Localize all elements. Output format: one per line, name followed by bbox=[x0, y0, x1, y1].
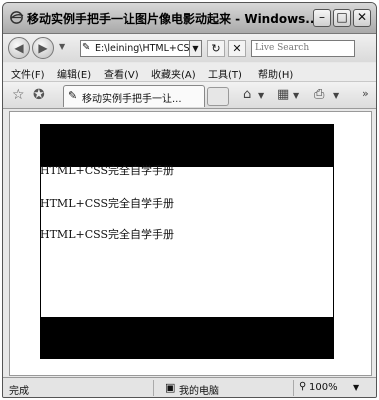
menu-bar: 文件(F) 编辑(E) 查看(V) 收藏夹(A) 工具(T) 帮助(H) bbox=[3, 63, 376, 82]
menu-favorites[interactable]: 收藏夹(A) bbox=[151, 66, 196, 81]
print-icon[interactable]: ⎙ bbox=[314, 87, 324, 102]
close-button[interactable]: ✕ bbox=[353, 9, 371, 27]
status-separator bbox=[153, 380, 154, 396]
status-text: 完成 bbox=[9, 386, 29, 397]
zoom-dropdown-icon[interactable]: ▼ bbox=[353, 383, 359, 392]
page-icon: ✎ bbox=[68, 89, 78, 102]
computer-icon: ▣ bbox=[165, 381, 176, 394]
menu-view[interactable]: 查看(V) bbox=[104, 66, 139, 81]
menu-file[interactable]: 文件(F) bbox=[11, 66, 45, 81]
home-icon[interactable]: ⌂ bbox=[243, 87, 251, 102]
black-bar-bottom bbox=[40, 317, 334, 359]
text-line: HTML+CSS完全自学手册 bbox=[40, 164, 175, 177]
feeds-dropdown-icon[interactable]: ▼ bbox=[293, 91, 299, 100]
minimize-icon: – bbox=[319, 10, 325, 24]
tab-label: 移动实例手把手一让... bbox=[82, 94, 182, 105]
refresh-button[interactable]: ↻ bbox=[207, 40, 225, 57]
ie-icon bbox=[10, 11, 24, 24]
menu-help[interactable]: 帮助(H) bbox=[258, 66, 293, 81]
status-bar: 完成 ▣ 我的电脑 ⚲ 100% ▼ bbox=[3, 377, 376, 397]
history-dropdown-icon[interactable]: ▼ bbox=[59, 42, 65, 51]
text-line: HTML+CSS完全自学手册 bbox=[40, 228, 175, 241]
address-value: E:\leining\HTML+CS bbox=[95, 43, 190, 54]
forward-arrow-icon: ▶ bbox=[38, 41, 48, 55]
print-dropdown-icon[interactable]: ▼ bbox=[333, 91, 339, 100]
zoom-level[interactable]: 100% bbox=[309, 382, 338, 393]
window-title: 移动实例手把手一让图片像电影动起来 - Windows... bbox=[27, 12, 319, 26]
menu-edit[interactable]: 编辑(E) bbox=[57, 66, 91, 81]
back-button[interactable]: ◀ bbox=[8, 37, 30, 59]
black-bar-top bbox=[40, 124, 334, 167]
browser-window: 移动实例手把手一让图片像电影动起来 - Windows... – □ ✕ ◀ ▶… bbox=[2, 2, 377, 398]
feeds-icon[interactable]: ▦ bbox=[277, 87, 289, 102]
maximize-button[interactable]: □ bbox=[333, 9, 351, 27]
refresh-icon: ↻ bbox=[211, 42, 221, 55]
search-input[interactable]: Live Search bbox=[251, 40, 355, 57]
maximize-icon: □ bbox=[336, 10, 348, 24]
star-icon[interactable]: ☆ bbox=[12, 87, 25, 103]
address-toolbar: ◀ ▶ ▼ E:\leining\HTML+CS ✎ ▼ ↻ ✕ Live Se… bbox=[3, 34, 376, 62]
status-separator bbox=[293, 380, 294, 396]
security-zone: 我的电脑 bbox=[179, 386, 219, 397]
forward-button[interactable]: ▶ bbox=[32, 37, 54, 59]
minimize-button[interactable]: – bbox=[313, 9, 331, 27]
close-icon: ✕ bbox=[356, 10, 368, 24]
add-favorite-icon[interactable]: ✪ bbox=[33, 87, 45, 103]
page-icon: ✎ bbox=[82, 42, 91, 53]
stop-button[interactable]: ✕ bbox=[228, 40, 246, 57]
page-content: HTML+CSS完全自学手册 HTML+CSS完全自学手册 HTML+CSS完全… bbox=[9, 111, 372, 376]
tab-current-page[interactable]: ✎ 移动实例手把手一让... bbox=[63, 85, 205, 107]
stop-icon: ✕ bbox=[232, 42, 242, 55]
search-placeholder: Live Search bbox=[255, 43, 310, 53]
menu-tools[interactable]: 工具(T) bbox=[208, 66, 242, 81]
text-frame bbox=[40, 167, 334, 317]
text-line: HTML+CSS完全自学手册 bbox=[40, 197, 175, 210]
zoom-icon: ⚲ bbox=[299, 381, 307, 392]
chevron-down-icon: ▼ bbox=[192, 44, 199, 53]
title-bar: 移动实例手把手一让图片像电影动起来 - Windows... – □ ✕ bbox=[3, 3, 376, 34]
tab-bar: ☆ ✪ ✎ 移动实例手把手一让... ⌂ ▼ ▦ ▼ ⎙ ▼ » bbox=[3, 82, 376, 109]
address-dropdown-button[interactable]: ▼ bbox=[189, 40, 202, 57]
home-dropdown-icon[interactable]: ▼ bbox=[258, 91, 264, 100]
back-arrow-icon: ◀ bbox=[14, 41, 24, 55]
new-tab-button[interactable] bbox=[207, 87, 229, 106]
address-input[interactable]: E:\leining\HTML+CS bbox=[80, 40, 201, 57]
chevron-more-icon[interactable]: » bbox=[362, 87, 369, 100]
